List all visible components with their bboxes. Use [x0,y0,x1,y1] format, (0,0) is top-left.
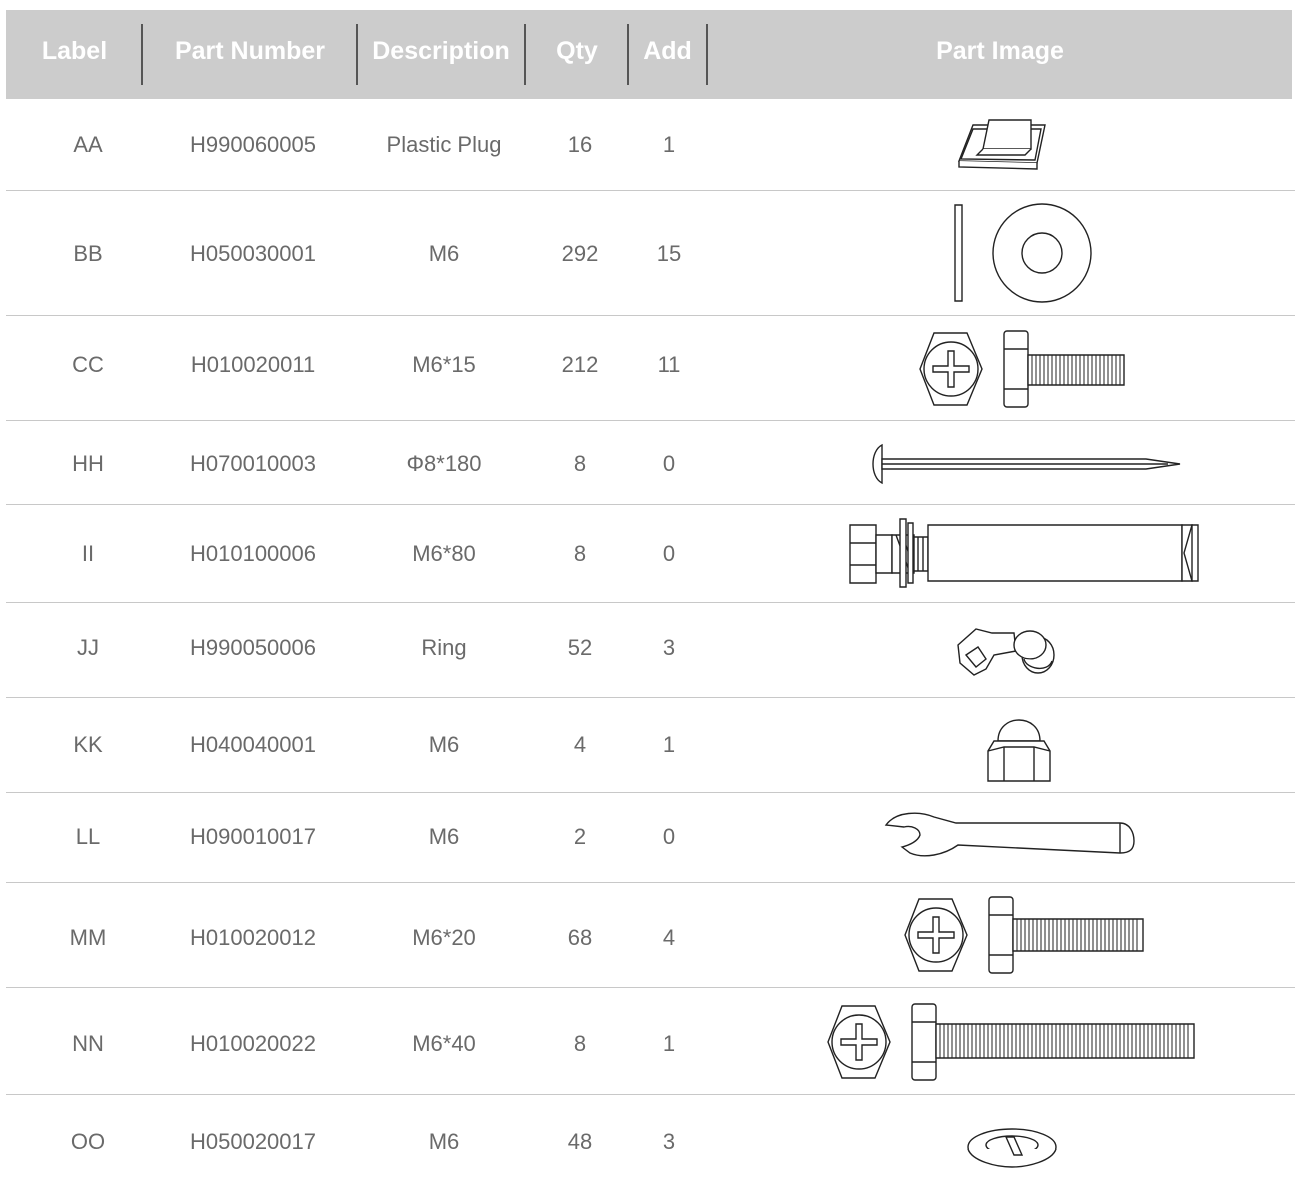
cell-label: OO [70,1129,106,1154]
wrench-icon [884,809,1136,861]
cell-label: BB [73,241,103,266]
cell-qty: 48 [567,1129,593,1154]
cell-part-number: H990060005 [189,132,316,157]
table-row: KK H040040001 M6 4 1 [0,698,1297,793]
cell-description: Φ8*180 [406,451,482,476]
cell-label: II [81,541,95,566]
cell-add: 3 [662,1129,676,1154]
cell-part-number: H990050006 [189,635,316,660]
cell-label: LL [75,824,101,849]
table-row: CC H010020011 M6*15 212 11 [0,316,1297,421]
header-add: Add [643,37,692,65]
cell-qty: 68 [567,925,593,950]
cell-description: M6*15 [412,352,476,377]
cell-description: M6 [428,732,460,757]
cell-label: JJ [77,635,99,660]
cell-part-number: H070010003 [189,451,316,476]
cell-add: 3 [662,635,676,660]
table-row: II H010100006 M6*80 8 0 [0,505,1297,603]
cell-part-number: H050030001 [189,241,316,266]
table-row: NN H010020022 M6*40 8 1 [0,988,1297,1095]
table-row: AA H990060005 Plastic Plug 16 1 [0,99,1297,191]
cell-part-number: H090010017 [189,824,316,849]
cell-label: AA [73,132,103,157]
header-qty: Qty [556,37,598,65]
ring-clip-icon [952,619,1056,681]
cell-part-number: H040040001 [189,732,316,757]
cell-description: M6*80 [412,541,476,566]
cell-qty: 8 [573,451,587,476]
cell-qty: 292 [561,241,599,266]
header-label: Label [41,37,108,65]
table-row: MM H010020012 M6*20 68 4 [0,883,1297,988]
hex-bolt-m6x15-icon [918,329,1128,409]
cell-add: 1 [662,132,676,157]
cell-qty: 212 [561,352,599,377]
cell-qty: 16 [567,132,593,157]
cell-qty: 52 [567,635,593,660]
table-row: HH H070010003 Φ8*180 8 0 [0,421,1297,505]
table-row: BB H050030001 M6 292 15 [0,191,1297,316]
spring-washer-icon [966,1125,1058,1169]
cell-part-number: H010020022 [189,1031,316,1056]
cell-part-number: H010100006 [189,541,316,566]
cell-add: 0 [662,541,676,566]
hex-bolt-m6x20-icon [903,895,1147,975]
cell-qty: 4 [573,732,587,757]
cell-add: 15 [656,241,682,266]
cell-label: KK [73,732,103,757]
cell-label: NN [72,1031,104,1056]
cell-description: M6 [428,824,460,849]
cell-description: M6 [428,1129,460,1154]
expansion-anchor-icon [848,517,1200,589]
cell-add: 1 [662,1031,676,1056]
cell-add: 1 [662,732,676,757]
flat-washer-icon [950,203,1096,303]
cell-description: Ring [421,635,467,660]
plastic-plug-icon [955,117,1045,175]
cell-add: 0 [662,451,676,476]
cap-nut-icon [984,707,1054,783]
table-header: Label Part Number Description Qty Add Pa… [6,10,1292,99]
cell-description: M6*40 [412,1031,476,1056]
header-part-image: Part Image [936,37,1064,65]
cell-description: Plastic Plug [386,132,502,157]
cell-qty: 8 [573,541,587,566]
cell-label: CC [72,352,104,377]
cell-label: MM [69,925,107,950]
hex-bolt-m6x40-icon [826,1002,1198,1082]
cell-part-number: H010020012 [189,925,316,950]
table-row: LL H090010017 M6 2 0 [0,793,1297,883]
cell-label: HH [72,451,104,476]
header-description: Description [372,37,510,65]
cell-qty: 8 [573,1031,587,1056]
table-row: OO H050020017 M6 48 3 [0,1095,1297,1183]
ground-stake-icon [868,443,1184,485]
cell-description: M6*20 [412,925,476,950]
table-row: JJ H990050006 Ring 52 3 [0,603,1297,698]
cell-description: M6 [428,241,460,266]
cell-add: 11 [657,352,681,377]
cell-add: 4 [662,925,676,950]
cell-part-number: H050020017 [189,1129,316,1154]
cell-add: 0 [662,824,676,849]
cell-part-number: H010020011 [190,352,316,377]
cell-qty: 2 [573,824,587,849]
header-part-number: Part Number [174,37,326,65]
